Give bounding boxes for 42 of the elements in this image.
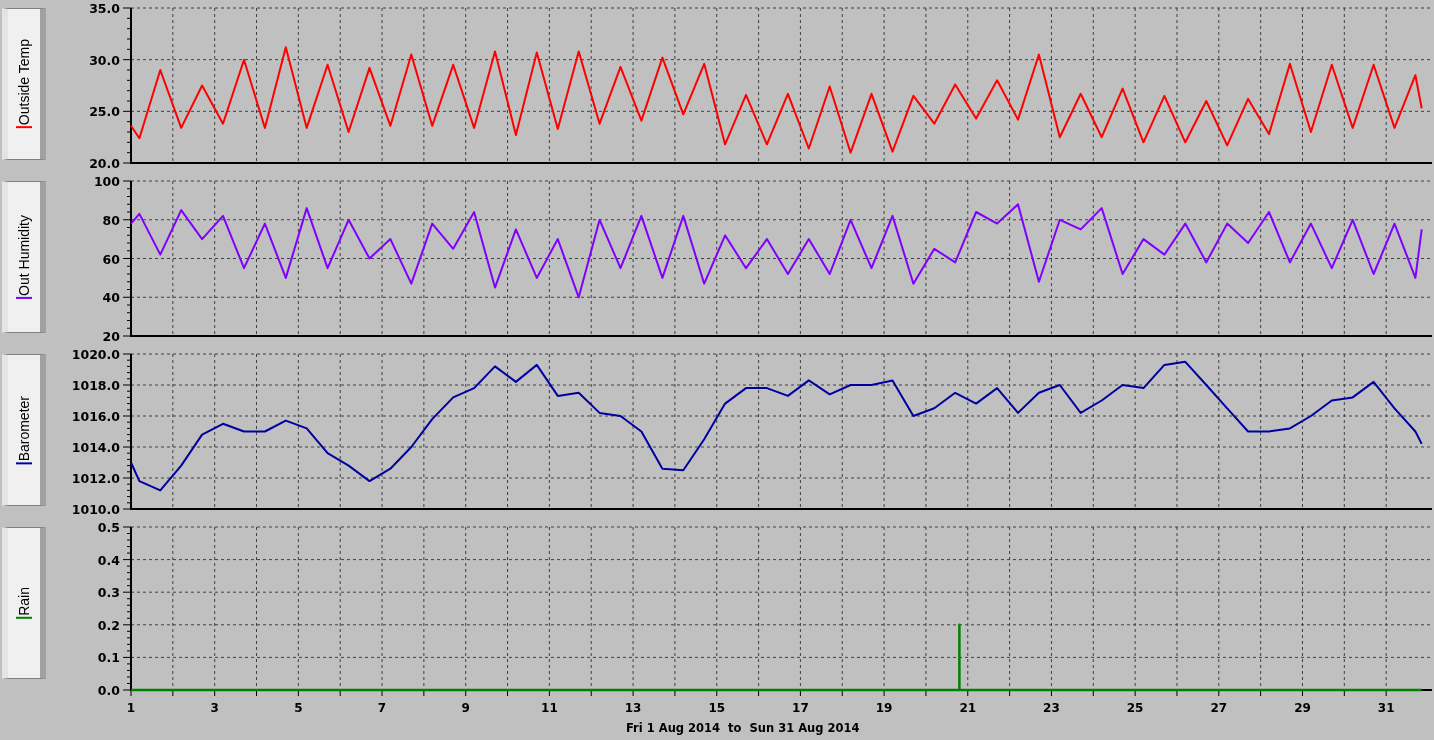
y-tick-label: 35.0: [89, 1, 120, 16]
y-tick-label: 30.0: [89, 52, 120, 68]
y-tick-label: 20: [102, 329, 120, 344]
x-tick-label: 21: [959, 701, 977, 715]
y-tick-label: 25.0: [89, 104, 120, 120]
x-tick-label: 25: [1126, 701, 1144, 715]
y-tick-label: 80: [102, 212, 120, 228]
y-tick-label: 40: [102, 290, 120, 306]
x-tick-label: 15: [708, 701, 726, 715]
x-tick-label: 29: [1294, 701, 1311, 715]
x-tick-label: 31: [1377, 701, 1395, 715]
x-tick-label: 1: [126, 701, 136, 715]
chart-select-button[interactable]: Rain: [2, 527, 46, 679]
x-tick-label: 7: [377, 701, 387, 715]
y-tick-label: 1014.0: [71, 440, 120, 455]
y-tick-label: 1010.0: [71, 502, 120, 517]
x-tick-label: 23: [1043, 701, 1060, 715]
x-tick-label: 9: [461, 701, 470, 715]
y-tick-label: 1012.0: [71, 471, 120, 486]
y-tick-label: 0.0: [97, 683, 120, 698]
y-tick-label: 1018.0: [71, 378, 120, 393]
y-tick-label: 60: [102, 251, 120, 267]
y-tick-label: 100: [93, 174, 120, 189]
chart-select-button[interactable]: Out Humidity: [2, 181, 46, 333]
x-tick-label: 17: [792, 701, 809, 715]
y-tick-label: 0.3: [97, 585, 120, 601]
y-tick-label: 20.0: [89, 156, 120, 171]
chart-select-button[interactable]: Barometer: [2, 354, 46, 506]
y-tick-label: 0.4: [97, 552, 120, 568]
chart-select-button[interactable]: Outside Temp: [2, 8, 46, 160]
date-range-caption: Fri 1 Aug 2014 to Sun 31 Aug 2014: [626, 721, 861, 735]
x-tick-label: 27: [1210, 701, 1228, 715]
y-tick-label: 1020.0: [71, 347, 120, 362]
x-tick-label: 5: [294, 701, 303, 715]
x-tick-label: 11: [541, 701, 558, 715]
y-tick-label: 0.5: [97, 520, 120, 535]
x-tick-label: 19: [875, 701, 893, 715]
x-tick-label: 13: [624, 701, 642, 715]
y-tick-label: 0.1: [97, 650, 120, 666]
y-tick-label: 1016.0: [71, 409, 120, 424]
x-tick-label: 3: [210, 701, 219, 715]
y-tick-label: 0.2: [97, 617, 120, 633]
